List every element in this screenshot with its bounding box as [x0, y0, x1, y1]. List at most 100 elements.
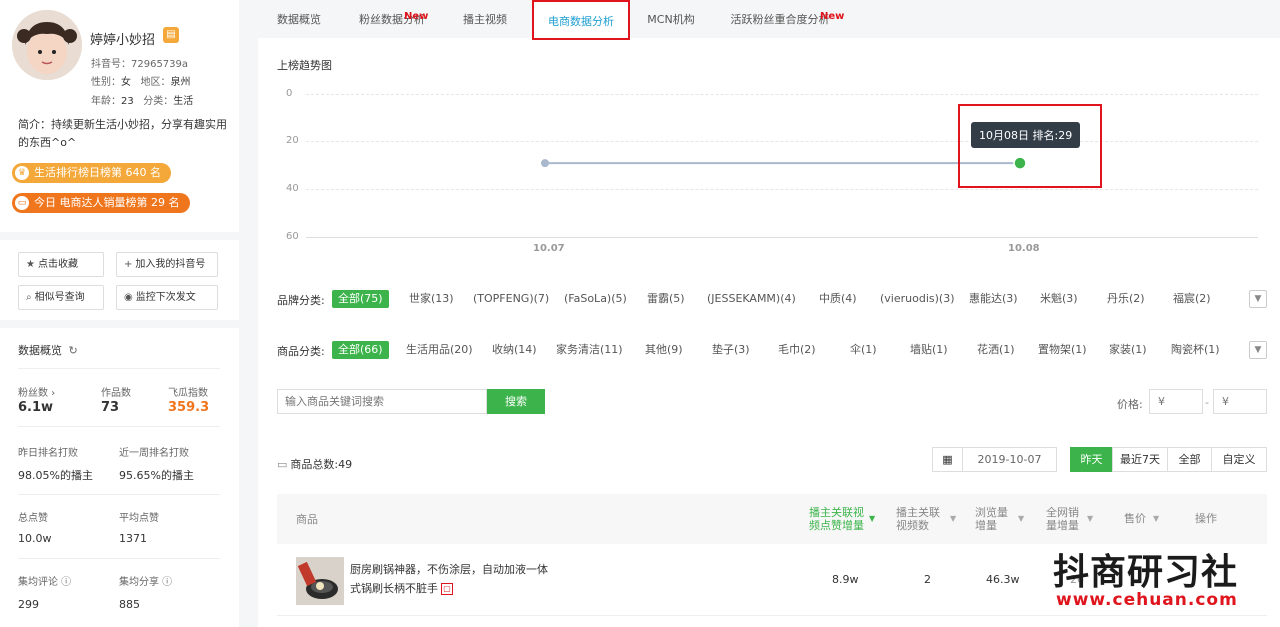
category-chip[interactable]: 生活用品(20) [406, 341, 473, 359]
brand-chip[interactable]: 米魁(3) [1040, 290, 1078, 308]
price-max-input[interactable] [1213, 389, 1267, 414]
tab-bar: 数据概览 粉丝数据分析 New 播主视频 电商数据分析 MCN机构 活跃粉丝重合… [258, 0, 1280, 40]
tab-videos[interactable]: 播主视频 [444, 0, 526, 38]
product-total: ▭ 商品总数:49 [277, 458, 353, 471]
category-chip[interactable]: 家装(1) [1109, 341, 1147, 359]
divider [18, 368, 220, 369]
price-min-input[interactable] [1149, 389, 1203, 414]
avg-likes-label: 平均点赞 [119, 513, 159, 524]
tab-fans-analysis[interactable]: 粉丝数据分析 New [340, 0, 444, 38]
week-rank-value: 95.65%的播主 [119, 469, 194, 482]
category-chip[interactable]: 家务清洁(11) [556, 341, 623, 359]
avg-shares-value: 885 [119, 598, 140, 611]
shop-icon: ▤ [163, 27, 179, 43]
refresh-icon[interactable]: ↻ [69, 344, 78, 357]
cart-icon: ▭ [15, 196, 29, 210]
product-search-input[interactable] [277, 389, 487, 414]
douyin-id: 抖音号：72965739a [91, 59, 189, 70]
rank-point[interactable] [541, 159, 549, 168]
col-product: 商品 [296, 513, 318, 526]
category-chip[interactable]: 花洒(1) [977, 341, 1015, 359]
sort-icon[interactable]: ▼ [1018, 514, 1024, 523]
col-likes[interactable]: 播主关联视频点赞增量 [809, 506, 869, 532]
avatar[interactable] [12, 10, 82, 80]
avg-comments-label[interactable]: 集均评论 ⓘ [18, 573, 71, 588]
sort-icon[interactable]: ▼ [1153, 514, 1159, 523]
chart-plot [541, 156, 1027, 170]
category-chip[interactable]: 墙贴(1) [910, 341, 948, 359]
brand-chip[interactable]: 惠能达(3) [969, 290, 1018, 308]
avg-shares-label[interactable]: 集均分享 ⓘ [119, 573, 172, 588]
category-chip[interactable]: 陶瓷杯(1) [1171, 341, 1220, 359]
product-thumbnail[interactable] [296, 557, 344, 605]
similar-search-button[interactable]: ⌕ 相似号查询 [18, 285, 104, 310]
divider [18, 558, 220, 559]
tab-overview[interactable]: 数据概览 [258, 0, 340, 38]
monitor-button[interactable]: ◉ 监控下次发文 [116, 285, 218, 310]
date-picker[interactable]: 2019-10-07 [962, 447, 1057, 472]
range-all[interactable]: 全部 [1167, 447, 1212, 472]
tab-mcn[interactable]: MCN机构 [630, 0, 712, 38]
avg-likes-value: 1371 [119, 532, 147, 545]
works-label: 作品数 [101, 388, 131, 399]
avg-comments-value: 299 [18, 598, 39, 611]
total-likes-value: 10.0w [18, 532, 52, 545]
brand-chip[interactable]: 世家(13) [409, 290, 454, 308]
product-filter-label: 商品分类: [277, 345, 325, 358]
brand-chip[interactable]: 丹乐(2) [1107, 290, 1145, 308]
divider [18, 494, 220, 495]
range-7days[interactable]: 最近7天 [1112, 447, 1168, 472]
category-chip[interactable]: 垫子(3) [712, 341, 750, 359]
category-chip[interactable]: 置物架(1) [1038, 341, 1087, 359]
chevron-down-icon[interactable]: ▼ [1249, 341, 1267, 359]
divider [0, 320, 239, 328]
divider [0, 232, 239, 240]
daily-rank-badge[interactable]: ♛ 生活排行榜日榜第 640 名 [12, 163, 171, 183]
brand-chip[interactable]: (FaSoLa)(5) [564, 290, 627, 308]
brand-chip[interactable]: (vieruodis)(3) [880, 290, 955, 308]
sort-down-icon[interactable]: ▼ [869, 514, 875, 523]
sort-icon[interactable]: ▼ [950, 514, 956, 523]
likes-value: 8.9w [832, 573, 859, 586]
fans-label[interactable]: 粉丝数 › [18, 384, 55, 399]
videos-value: 2 [924, 573, 931, 586]
total-likes-label: 总点赞 [18, 513, 48, 524]
overview-title: 数据概览 ↻ [18, 344, 78, 357]
search-button[interactable]: 搜索 [487, 389, 545, 414]
range-yesterday[interactable]: 昨天 [1070, 447, 1113, 472]
yesterday-rank-label: 昨日排名打败 [18, 448, 78, 459]
brand-chip[interactable]: 中质(4) [819, 290, 857, 308]
chart-title: 上榜趋势图 [277, 59, 332, 72]
brand-chip[interactable]: (JESSEKAMM)(4) [707, 290, 796, 308]
col-ops: 操作 [1195, 512, 1217, 525]
col-sales[interactable]: 全网销量增量 [1046, 506, 1082, 532]
category-chip[interactable]: 其他(9) [645, 341, 683, 359]
sort-icon[interactable]: ▼ [1087, 514, 1093, 523]
col-videos[interactable]: 播主关联视频数 [896, 506, 944, 532]
col-price[interactable]: 售价 [1124, 512, 1146, 525]
category-chip[interactable]: 伞(1) [850, 341, 877, 359]
chevron-down-icon[interactable]: ▼ [1249, 290, 1267, 308]
brand-chip[interactable]: 全部(75) [332, 290, 389, 308]
range-custom[interactable]: 自定义 [1211, 447, 1267, 472]
eye-icon: ◉ [124, 292, 133, 303]
product-title[interactable]: 厨房刷锅神器，不伤涂层，自动加液一体式锅刷长柄不脏手 ▢ [350, 560, 550, 598]
brand-filter-label: 品牌分类: [277, 294, 325, 307]
calendar-icon[interactable]: ▦ [932, 447, 963, 472]
watermark-url: www.cehuan.com [1056, 590, 1238, 610]
favorite-button[interactable]: ★ 点击收藏 [18, 252, 104, 277]
gender-region: 性别：女 地区：泉州 [91, 77, 191, 88]
category-chip[interactable]: 全部(66) [332, 341, 389, 359]
col-views[interactable]: 浏览量增量 [975, 506, 1011, 532]
tab-active-fans-overlap[interactable]: 活跃粉丝重合度分析 New [712, 0, 848, 38]
category-chip[interactable]: 收纳(14) [492, 341, 537, 359]
brand-chip[interactable]: 雷霸(5) [647, 290, 685, 308]
brand-chip[interactable]: 福宸(2) [1173, 290, 1211, 308]
tab-ecommerce[interactable]: 电商数据分析 [532, 0, 630, 40]
add-my-account-button[interactable]: + 加入我的抖音号 [116, 252, 218, 277]
watermark-logo: 抖商研习社 [1053, 552, 1239, 593]
category-chip[interactable]: 毛巾(2) [778, 341, 816, 359]
new-badge: New [820, 11, 845, 22]
brand-chip[interactable]: (TOPFENG)(7) [473, 290, 549, 308]
sales-rank-badge[interactable]: ▭ 今日 电商达人销量榜第 29 名 [12, 193, 190, 213]
